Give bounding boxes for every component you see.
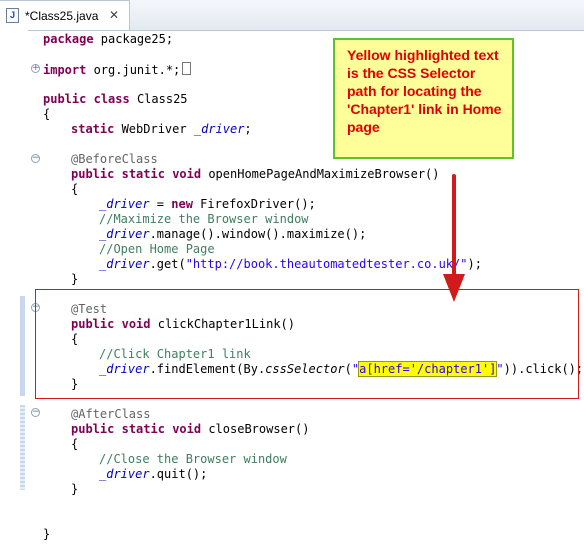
code-line: //Maximize the Browser window [99,212,309,226]
code-line: //Close the Browser window [99,452,287,466]
code-line: public static void openHomePageAndMaximi… [71,167,440,181]
code-line: import org.junit.*; [43,62,192,77]
test-method-highlight-box [35,289,579,399]
change-marker [20,405,25,490]
code-line: @BeforeClass [71,152,158,166]
code-line: } [43,527,51,541]
code-line: } [71,272,79,286]
code-line: } [71,482,79,496]
code-line: _driver = new FirefoxDriver(); [99,197,316,211]
code-line: { [43,107,51,121]
annotation-callout: Yellow highlighted text is the CSS Selec… [333,38,514,159]
code-line: { [71,182,79,196]
fold-minus-icon[interactable]: − [31,154,40,163]
fold-plus-icon[interactable]: + [31,64,40,73]
code-line: _driver.quit(); [99,467,208,481]
java-file-icon: J [6,8,19,23]
code-line: //Open Home Page [99,242,215,256]
change-marker [20,296,25,396]
editor-tab-bar: J *Class25.java ✕ [0,0,584,31]
code-line: @AfterClass [71,407,151,421]
close-icon[interactable]: ✕ [109,8,119,22]
code-line: { [71,437,79,451]
down-arrow-icon [443,174,465,302]
folded-block-marker[interactable] [182,62,192,75]
fold-minus-icon[interactable]: − [31,408,40,417]
code-line: public class Class25 [43,92,188,106]
code-line: public static void closeBrowser() [71,422,310,436]
code-line: package package25; [43,32,174,46]
editor-ruler [0,30,28,549]
code-line: static WebDriver _driver; [71,122,252,136]
tab-title: *Class25.java [25,9,99,23]
code-line: _driver.get("http://book.theautomatedtes… [99,257,482,271]
code-line: _driver.manage().window().maximize(); [99,227,367,241]
tab-class25-java[interactable]: J *Class25.java ✕ [0,0,130,30]
